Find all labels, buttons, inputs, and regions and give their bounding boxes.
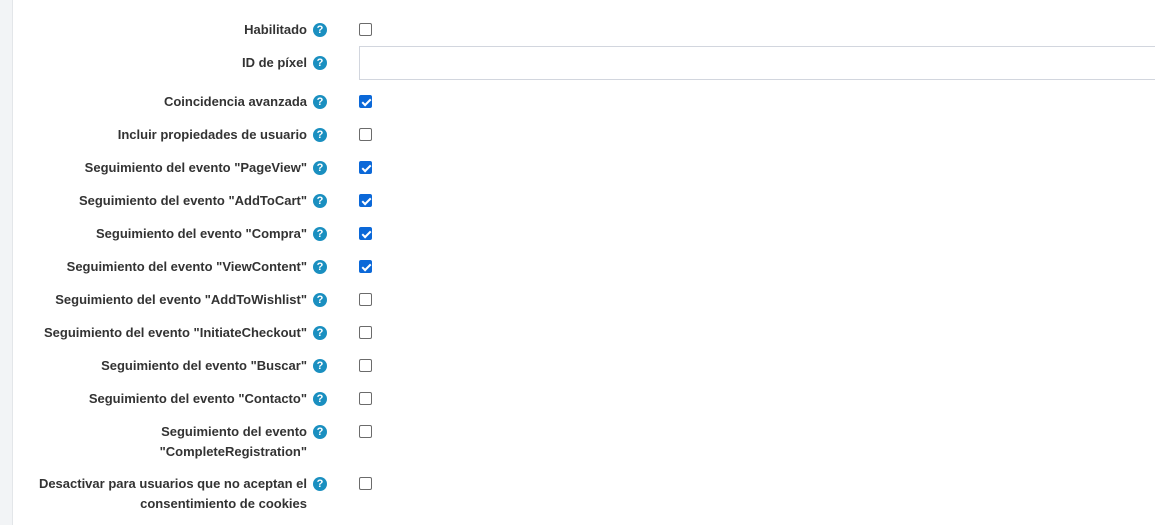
help-icon[interactable]: ? (313, 359, 327, 373)
help-icon[interactable]: ? (313, 56, 327, 70)
label-pageview: Seguimiento del evento "PageView" (84, 160, 307, 175)
contacto-checkbox[interactable] (359, 392, 372, 405)
label-propiedades: Incluir propiedades de usuario (117, 127, 307, 142)
label-line-2: "CompleteRegistration" (159, 444, 307, 459)
pixel-id-input[interactable] (359, 46, 1155, 80)
addtocart-checkbox[interactable] (359, 194, 372, 207)
label-habilitado: Habilitado (244, 22, 307, 37)
label-line-1: Desactivar para usuarios que no aceptan … (38, 476, 307, 491)
label-compra: Seguimiento del evento "Compra" (96, 226, 307, 241)
help-icon[interactable]: ? (313, 194, 327, 208)
label-line-2: consentimiento de cookies (140, 496, 307, 511)
help-icon[interactable]: ? (313, 392, 327, 406)
coincidencia-checkbox[interactable] (359, 95, 372, 108)
help-icon[interactable]: ? (313, 227, 327, 241)
habilitado-checkbox[interactable] (359, 23, 372, 36)
addtowishlist-checkbox[interactable] (359, 293, 372, 306)
label-buscar: Seguimiento del evento "Buscar" (101, 358, 307, 373)
buscar-checkbox[interactable] (359, 359, 372, 372)
propiedades-checkbox[interactable] (359, 128, 372, 141)
help-icon[interactable]: ? (313, 161, 327, 175)
label-pixel-id: ID de píxel (241, 55, 307, 70)
label-line-1: Seguimiento del evento (161, 424, 307, 439)
help-icon[interactable]: ? (313, 260, 327, 274)
label-viewcontent: Seguimiento del evento "ViewContent" (66, 259, 307, 274)
help-icon[interactable]: ? (313, 128, 327, 142)
label-coincidencia: Coincidencia avanzada (163, 94, 307, 109)
label-initiatecheckout: Seguimiento del evento "InitiateCheckout… (44, 325, 307, 340)
help-icon[interactable]: ? (313, 23, 327, 37)
sidebar-edge (0, 0, 13, 525)
label-cookies: Desactivar para usuarios que no aceptan … (20, 474, 307, 514)
help-icon[interactable]: ? (313, 326, 327, 340)
label-addtocart: Seguimiento del evento "AddToCart" (78, 193, 307, 208)
cookies-checkbox[interactable] (359, 477, 372, 490)
help-icon[interactable]: ? (313, 293, 327, 307)
help-icon[interactable]: ? (313, 477, 327, 491)
help-icon[interactable]: ? (313, 425, 327, 439)
label-contacto: Seguimiento del evento "Contacto" (88, 391, 307, 406)
label-completeregistration: Seguimiento del evento "CompleteRegistra… (20, 422, 307, 462)
label-addtowishlist: Seguimiento del evento "AddToWishlist" (55, 292, 307, 307)
help-icon[interactable]: ? (313, 95, 327, 109)
compra-checkbox[interactable] (359, 227, 372, 240)
settings-page: Habilitado ? ID de píxel ? Coincidencia … (0, 0, 1155, 525)
pageview-checkbox[interactable] (359, 161, 372, 174)
initiatecheckout-checkbox[interactable] (359, 326, 372, 339)
completeregistration-checkbox[interactable] (359, 425, 372, 438)
viewcontent-checkbox[interactable] (359, 260, 372, 273)
